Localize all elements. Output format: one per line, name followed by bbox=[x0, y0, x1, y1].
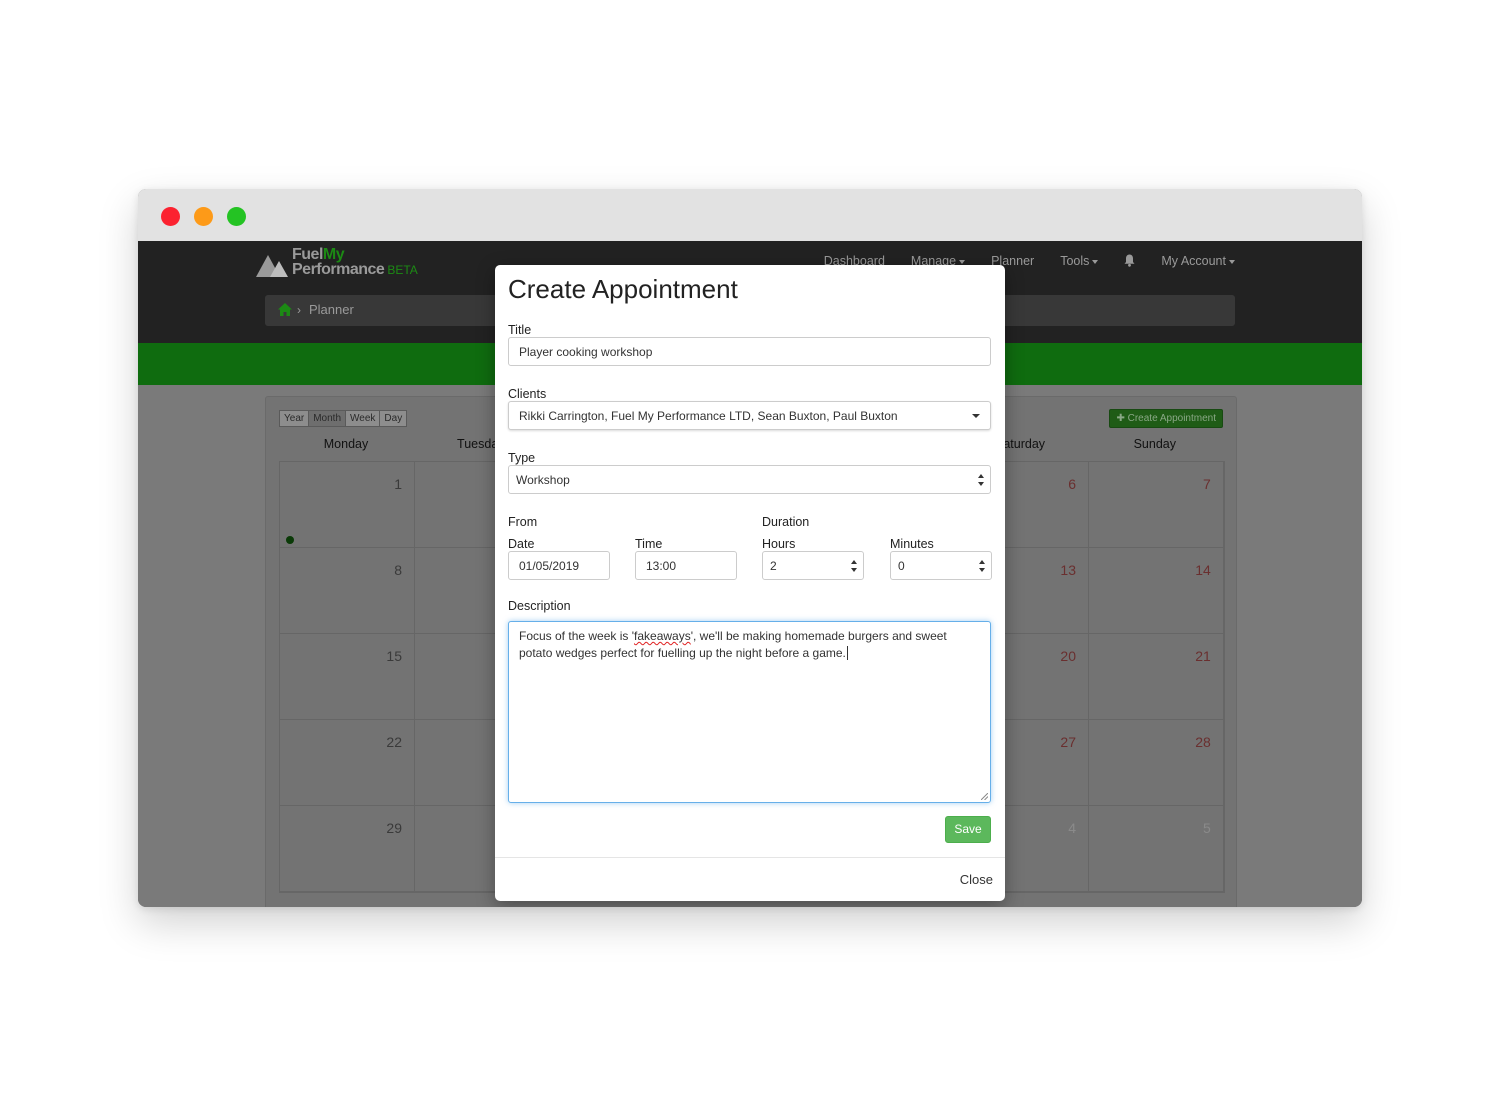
hours-label: Hours bbox=[762, 537, 796, 551]
title-label: Title bbox=[508, 323, 532, 337]
calendar-day-cell[interactable]: 21 bbox=[1088, 634, 1224, 720]
calendar-day-number: 1 bbox=[394, 476, 402, 492]
calendar-day-number: 21 bbox=[1195, 648, 1211, 664]
hours-value: 2 bbox=[770, 559, 777, 573]
close-button[interactable]: Close bbox=[960, 872, 993, 887]
modal-footer-divider bbox=[495, 857, 1005, 858]
time-label: Time bbox=[635, 537, 663, 551]
stepper-arrows-icon[interactable] bbox=[979, 560, 986, 572]
calendar-day-number: 22 bbox=[386, 734, 402, 750]
save-button[interactable]: Save bbox=[945, 816, 991, 843]
calendar-day-number: 8 bbox=[394, 562, 402, 578]
nav-my-account-label: My Account bbox=[1161, 254, 1226, 268]
calendar-day-cell[interactable]: 7 bbox=[1088, 462, 1224, 548]
create-appointment-button[interactable]: ✚ Create Appointment bbox=[1109, 409, 1223, 428]
description-textarea[interactable]: Focus of the week is 'fakeaways', we'll … bbox=[508, 621, 991, 803]
calendar-day-number: 27 bbox=[1060, 734, 1076, 750]
plus-icon: ✚ bbox=[1116, 413, 1125, 424]
calendar-day-number: 5 bbox=[1203, 820, 1211, 836]
breadcrumb-current: Planner bbox=[309, 302, 354, 317]
calendar-day-number: 20 bbox=[1060, 648, 1076, 664]
browser-window: FuelMy Performance BETA Dashboard Manage … bbox=[138, 189, 1362, 907]
calendar-day-number: 29 bbox=[386, 820, 402, 836]
clients-selected-value: Rikki Carrington, Fuel My Performance LT… bbox=[519, 409, 898, 423]
brand-logo[interactable]: FuelMy Performance BETA bbox=[256, 247, 426, 281]
calendar-day-cell[interactable]: 14 bbox=[1088, 548, 1224, 634]
create-appointment-label: Create Appointment bbox=[1127, 413, 1216, 424]
stepper-arrows-icon[interactable] bbox=[851, 560, 858, 572]
logo-word-performance: Performance bbox=[292, 261, 385, 278]
type-selected-value: Workshop bbox=[516, 473, 570, 487]
description-text-start: Focus of the week is ' bbox=[519, 629, 635, 643]
nav-tools[interactable]: Tools bbox=[1060, 254, 1099, 269]
calendar-view-switcher: Year Month Week Day bbox=[279, 410, 408, 427]
view-month-button[interactable]: Month bbox=[308, 410, 347, 427]
chevron-down-icon bbox=[1229, 259, 1235, 264]
calendar-day-number: 7 bbox=[1203, 476, 1211, 492]
logo-wordmark: FuelMy Performance BETA bbox=[292, 247, 418, 278]
from-label: From bbox=[508, 515, 538, 529]
calendar-day-number: 15 bbox=[386, 648, 402, 664]
clients-label: Clients bbox=[508, 387, 547, 401]
nav-notifications[interactable] bbox=[1124, 254, 1135, 269]
view-week-button[interactable]: Week bbox=[345, 410, 381, 427]
appointment-title-input[interactable]: Player cooking workshop bbox=[508, 337, 991, 366]
calendar-day-cell[interactable]: 15 bbox=[280, 634, 415, 720]
calendar-day-number: 28 bbox=[1195, 734, 1211, 750]
calendar-day-number: 6 bbox=[1068, 476, 1076, 492]
resize-handle-icon[interactable] bbox=[981, 793, 988, 800]
type-label: Type bbox=[508, 451, 536, 465]
bell-icon bbox=[1124, 254, 1135, 267]
hours-stepper[interactable]: 2 bbox=[762, 551, 864, 580]
calendar-day-number: 14 bbox=[1195, 562, 1211, 578]
date-input[interactable]: 01/05/2019 bbox=[508, 551, 610, 580]
calendar-day-cell[interactable]: 22 bbox=[280, 720, 415, 806]
modal-title: Create Appointment bbox=[508, 274, 738, 304]
type-select[interactable]: Workshop bbox=[508, 465, 991, 494]
minutes-label: Minutes bbox=[890, 537, 934, 551]
app-viewport: FuelMy Performance BETA Dashboard Manage … bbox=[138, 241, 1362, 907]
text-cursor bbox=[846, 646, 848, 660]
chevron-down-icon bbox=[959, 259, 966, 264]
mountain-logo-icon bbox=[256, 255, 288, 277]
spellcheck-flagged-word: fakeaways bbox=[634, 629, 691, 643]
nav-my-account[interactable]: My Account bbox=[1161, 254, 1235, 269]
day-header: Sunday bbox=[1133, 437, 1176, 451]
home-icon[interactable] bbox=[278, 303, 292, 316]
calendar-day-number: 13 bbox=[1060, 562, 1076, 578]
calendar-day-cell[interactable]: 28 bbox=[1088, 720, 1224, 806]
time-input[interactable]: 13:00 bbox=[635, 551, 737, 580]
chevron-down-icon bbox=[972, 414, 980, 418]
minutes-stepper[interactable]: 0 bbox=[890, 551, 992, 580]
minutes-value: 0 bbox=[898, 559, 905, 573]
day-header: Monday bbox=[323, 437, 369, 451]
zoom-window-icon[interactable] bbox=[227, 207, 246, 226]
calendar-day-cell[interactable]: 29 bbox=[280, 806, 415, 892]
calendar-day-number: 4 bbox=[1068, 820, 1076, 836]
event-indicator-dot[interactable] bbox=[286, 536, 294, 544]
breadcrumb-separator: › bbox=[297, 303, 301, 317]
calendar-day-cell[interactable]: 1 bbox=[280, 462, 415, 548]
create-appointment-modal: Create Appointment Title Player cooking … bbox=[495, 265, 1005, 901]
nav-tools-label: Tools bbox=[1060, 254, 1090, 268]
description-label: Description bbox=[508, 599, 571, 613]
calendar-day-cell[interactable]: 8 bbox=[280, 548, 415, 634]
view-day-button[interactable]: Day bbox=[379, 410, 408, 427]
duration-label: Duration bbox=[762, 515, 810, 529]
clients-multiselect[interactable]: Rikki Carrington, Fuel My Performance LT… bbox=[508, 401, 991, 430]
logo-beta-badge: BETA bbox=[387, 263, 418, 277]
window-titlebar bbox=[138, 189, 1362, 241]
close-window-icon[interactable] bbox=[161, 207, 180, 226]
date-label: Date bbox=[508, 537, 535, 551]
calendar-day-cell[interactable]: 5 bbox=[1088, 806, 1224, 892]
chevron-down-icon bbox=[1092, 259, 1099, 264]
view-year-button[interactable]: Year bbox=[279, 410, 310, 427]
select-arrows-icon bbox=[978, 474, 985, 486]
minimize-window-icon[interactable] bbox=[194, 207, 213, 226]
